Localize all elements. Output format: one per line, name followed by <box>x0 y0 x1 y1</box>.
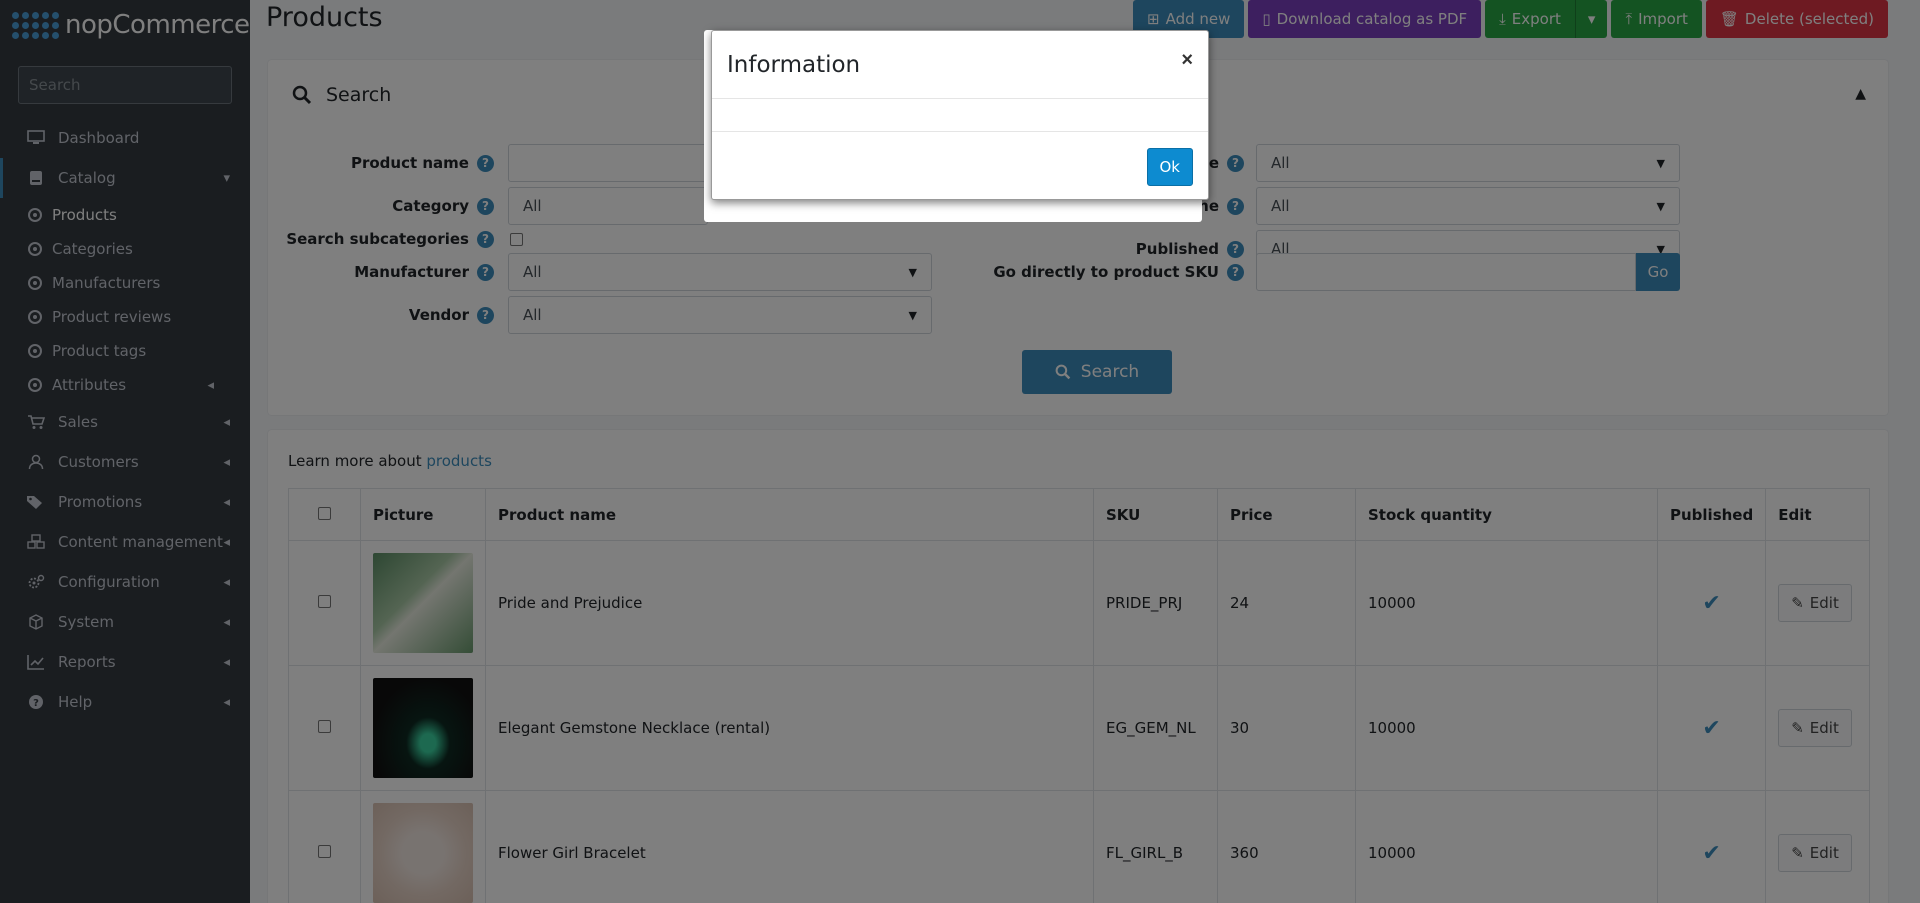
dialog-footer: Ok <box>712 132 1208 202</box>
information-dialog: Information × Ok <box>711 30 1209 200</box>
ok-button[interactable]: Ok <box>1146 148 1193 186</box>
dialog-body <box>712 99 1208 132</box>
close-icon[interactable]: × <box>1181 49 1193 72</box>
dialog-title: Information <box>727 51 861 78</box>
modal-backdrop[interactable]: Information × Ok <box>0 0 1920 903</box>
dialog-header: Information × <box>712 31 1208 99</box>
